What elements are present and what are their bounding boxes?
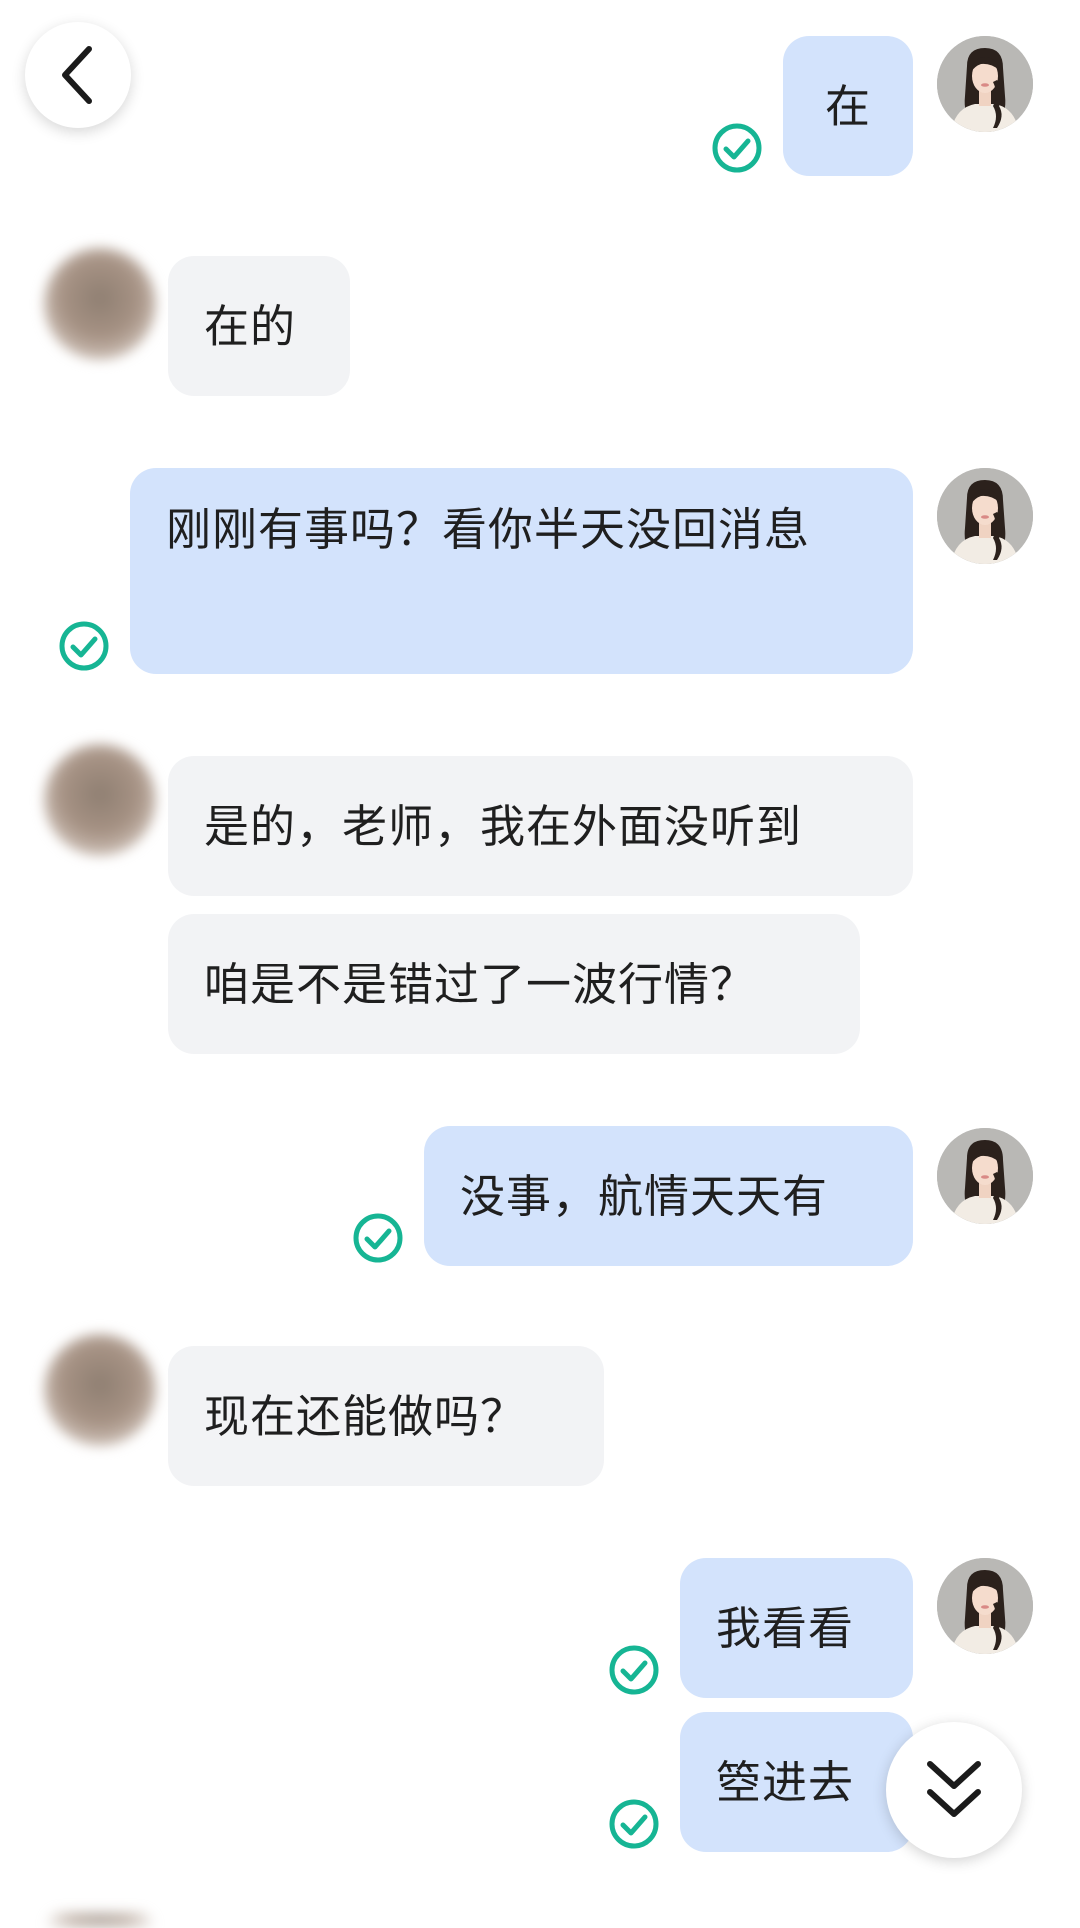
peer-avatar: [44, 1912, 156, 1928]
peer-avatar[interactable]: [44, 1334, 156, 1446]
message-text: 箜进去: [716, 1755, 855, 1809]
peer-avatar[interactable]: [44, 248, 156, 360]
message-text: 我看看: [716, 1601, 855, 1655]
read-check-icon: [58, 620, 110, 672]
message-text: 是的，老师，我在外面没听到: [204, 799, 803, 853]
message-bubble[interactable]: 咱是不是错过了一波行情？: [168, 914, 860, 1054]
own-avatar[interactable]: [937, 468, 1033, 564]
message-row-5: 没事，航情天天有: [0, 1120, 1080, 1290]
own-avatar[interactable]: [937, 36, 1033, 132]
message-text: 在的: [204, 299, 297, 353]
message-bubble[interactable]: 刚刚有事吗？看你半天没回消息: [130, 468, 913, 674]
read-check-icon: [608, 1644, 660, 1696]
message-text: 没事，航情天天有: [460, 1169, 829, 1223]
message-text: 现在还能做吗？: [204, 1389, 527, 1443]
message-bubble[interactable]: 在: [783, 36, 913, 176]
message-bubble[interactable]: 我看看: [680, 1558, 913, 1698]
message-bubble[interactable]: 箜进去: [680, 1712, 913, 1852]
own-avatar[interactable]: [937, 1128, 1033, 1224]
own-avatar[interactable]: [937, 1558, 1033, 1654]
message-row-2: 在的: [0, 240, 1080, 410]
double-chevron-down-icon: [927, 1761, 981, 1817]
message-row-3: 刚刚有事吗？看你半天没回消息: [0, 460, 1080, 690]
peer-avatar[interactable]: [44, 744, 156, 856]
message-text: 在: [824, 79, 871, 133]
read-check-icon: [352, 1212, 404, 1264]
message-text: 咱是不是错过了一波行情？: [204, 957, 757, 1011]
read-check-icon: [711, 122, 763, 174]
message-row-6: 现在还能做吗？: [0, 1330, 1080, 1500]
scroll-to-bottom-button[interactable]: [886, 1722, 1022, 1858]
message-row-4: 是的，老师，我在外面没听到 咱是不是错过了一波行情？: [0, 730, 1080, 1070]
read-check-icon: [608, 1798, 660, 1850]
message-text: 刚刚有事吗？看你半天没回消息: [166, 503, 811, 556]
message-bubble[interactable]: 没事，航情天天有: [424, 1126, 913, 1266]
message-row-1: 在: [0, 0, 1080, 180]
message-bubble[interactable]: 在的: [168, 256, 350, 396]
message-bubble[interactable]: 是的，老师，我在外面没听到: [168, 756, 913, 896]
message-bubble[interactable]: 现在还能做吗？: [168, 1346, 604, 1486]
